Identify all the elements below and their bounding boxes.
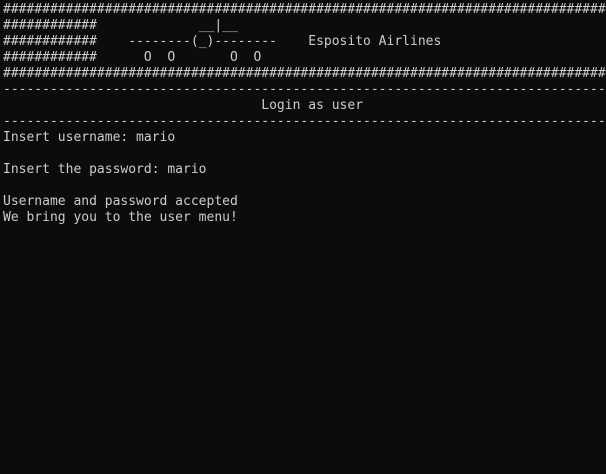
divider-bottom: ----------------------------------------… [3, 114, 606, 129]
accepted-message: Username and password accepted [3, 194, 238, 209]
divider-top: ----------------------------------------… [3, 82, 606, 97]
redirect-message: We bring you to the user menu! [3, 210, 238, 225]
console-window[interactable]: ########################################… [3, 2, 606, 474]
section-title: Login as user [3, 98, 364, 113]
banner-plane-tail: ############ __|__ ############ [3, 18, 238, 33]
banner-title-line: ############ --------(_)-------- Esposit… [3, 34, 442, 49]
banner-plane-wheels: ############ O O O O ############ [3, 50, 262, 65]
banner-border-bottom: ########################################… [3, 66, 606, 81]
username-prompt: Insert username: mario [3, 130, 176, 145]
password-prompt: Insert the password: mario [3, 162, 207, 177]
banner-border-top: ########################################… [3, 2, 606, 17]
